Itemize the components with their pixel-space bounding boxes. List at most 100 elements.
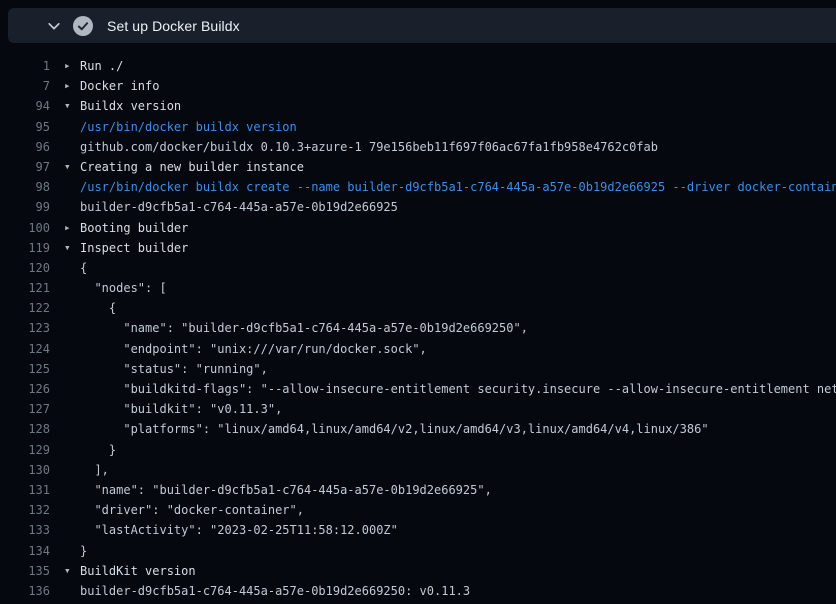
log-line-body: github.com/docker/buildx 0.10.3+azure-1 … [64,137,836,157]
log-text: Creating a new builder instance [80,160,304,174]
log-line: 96 github.com/docker/buildx 0.10.3+azure… [0,137,836,157]
log-line-body: } [64,440,836,460]
log-line: 98 /usr/bin/docker buildx create --name … [0,177,836,197]
step-header[interactable]: Set up Docker Buildx [8,8,836,43]
log-line: 133 "lastActivity": "2023-02-25T11:58:12… [0,520,836,540]
log-group-toggle[interactable]: ▾Inspect builder [64,238,836,258]
line-number[interactable]: 127 [0,399,50,419]
log-text: "platforms": "linux/amd64,linux/amd64/v2… [80,422,709,436]
line-number[interactable]: 121 [0,278,50,298]
log-line: 132 "driver": "docker-container", [0,500,836,520]
log-text: Docker info [80,79,159,93]
log-line-body: "driver": "docker-container", [64,500,836,520]
line-number[interactable]: 135 [0,561,50,581]
line-number[interactable]: 124 [0,339,50,359]
log-text: "lastActivity": "2023-02-25T11:58:12.000… [80,523,398,537]
log-line-body: "buildkitd-flags": "--allow-insecure-ent… [64,379,836,399]
line-number[interactable]: 125 [0,359,50,379]
log-text: "nodes": [ [80,281,167,295]
line-number[interactable]: 132 [0,500,50,520]
log-line: 131 "name": "builder-d9cfb5a1-c764-445a-… [0,480,836,500]
log-text: "buildkit": "v0.11.3", [80,402,282,416]
log-group-toggle[interactable]: ▾Buildx version [64,96,836,116]
log-line-body: } [64,541,836,561]
line-number[interactable]: 94 [0,96,50,116]
line-number[interactable]: 131 [0,480,50,500]
line-number[interactable]: 130 [0,460,50,480]
line-number[interactable]: 1 [0,56,50,76]
log-line: 7 ▸Docker info [0,76,836,96]
line-number[interactable]: 99 [0,197,50,217]
log-line-body: /usr/bin/docker buildx create --name bui… [64,177,836,197]
log-text: Inspect builder [80,241,188,255]
line-number[interactable]: 100 [0,218,50,238]
log-line: 122 { [0,298,836,318]
line-number[interactable]: 122 [0,298,50,318]
log-line: 125 "status": "running", [0,359,836,379]
log-text: "name": "builder-d9cfb5a1-c764-445a-a57e… [80,483,492,497]
log-line-body: "lastActivity": "2023-02-25T11:58:12.000… [64,520,836,540]
log-group-toggle[interactable]: ▾Creating a new builder instance [64,157,836,177]
log-line: 124 "endpoint": "unix:///var/run/docker.… [0,339,836,359]
log-line-body: "platforms": "linux/amd64,linux/amd64/v2… [64,419,836,439]
log-group-toggle[interactable]: ▸Booting builder [64,218,836,238]
log-line: 100 ▸Booting builder [0,218,836,238]
log-text: "name": "builder-d9cfb5a1-c764-445a-a57e… [80,321,528,335]
log-text: ], [80,463,109,477]
log-group-toggle[interactable]: ▸Run ./ [64,56,836,76]
log-line: 119 ▾Inspect builder [0,238,836,258]
log-line-body: "name": "builder-d9cfb5a1-c764-445a-a57e… [64,480,836,500]
log-text: "buildkitd-flags": "--allow-insecure-ent… [80,382,836,396]
line-number[interactable]: 136 [0,581,50,601]
log-text: { [80,261,87,275]
line-number[interactable]: 133 [0,520,50,540]
log-line: 97 ▾Creating a new builder instance [0,157,836,177]
line-number[interactable]: 95 [0,117,50,137]
log-text: /usr/bin/docker buildx create --name bui… [80,180,836,194]
log-content: 1 ▸Run ./ 7 ▸Docker info 94 ▾Buildx vers… [0,43,836,604]
log-line: 127 "buildkit": "v0.11.3", [0,399,836,419]
log-line: 94 ▾Buildx version [0,96,836,116]
line-number[interactable]: 126 [0,379,50,399]
line-number[interactable]: 96 [0,137,50,157]
log-line-body: "name": "builder-d9cfb5a1-c764-445a-a57e… [64,318,836,338]
log-text: github.com/docker/buildx 0.10.3+azure-1 … [80,140,658,154]
log-text: /usr/bin/docker buildx version [80,120,297,134]
log-text: "endpoint": "unix:///var/run/docker.sock… [80,342,427,356]
log-text: "driver": "docker-container", [80,503,304,517]
line-number[interactable]: 129 [0,440,50,460]
log-text: Booting builder [80,221,188,235]
caret-icon: ▾ [64,157,80,177]
log-line: 130 ], [0,460,836,480]
log-line-body: /usr/bin/docker buildx version [64,117,836,137]
line-number[interactable]: 7 [0,76,50,96]
log-line-body: "buildkit": "v0.11.3", [64,399,836,419]
chevron-down-icon[interactable] [46,18,62,34]
step-title: Set up Docker Buildx [107,18,240,34]
log-line: 135 ▾BuildKit version [0,561,836,581]
log-line-body: builder-d9cfb5a1-c764-445a-a57e-0b19d2e6… [64,581,836,601]
caret-icon: ▸ [64,56,80,76]
log-line-body: "endpoint": "unix:///var/run/docker.sock… [64,339,836,359]
caret-icon: ▾ [64,238,80,258]
line-number[interactable]: 123 [0,318,50,338]
log-group-toggle[interactable]: ▸Docker info [64,76,836,96]
line-number[interactable]: 128 [0,419,50,439]
line-number[interactable]: 98 [0,177,50,197]
line-number[interactable]: 119 [0,238,50,258]
log-text: Run ./ [80,59,123,73]
line-number[interactable]: 134 [0,541,50,561]
caret-icon: ▾ [64,96,80,116]
log-line: 128 "platforms": "linux/amd64,linux/amd6… [0,419,836,439]
caret-icon: ▸ [64,218,80,238]
line-number[interactable]: 120 [0,258,50,278]
log-line-body: { [64,258,836,278]
caret-icon: ▸ [64,76,80,96]
log-line: 129 } [0,440,836,460]
log-line: 120 { [0,258,836,278]
line-number[interactable]: 97 [0,157,50,177]
caret-icon: ▾ [64,561,80,581]
log-line: 123 "name": "builder-d9cfb5a1-c764-445a-… [0,318,836,338]
log-text: } [80,544,87,558]
log-group-toggle[interactable]: ▾BuildKit version [64,561,836,581]
